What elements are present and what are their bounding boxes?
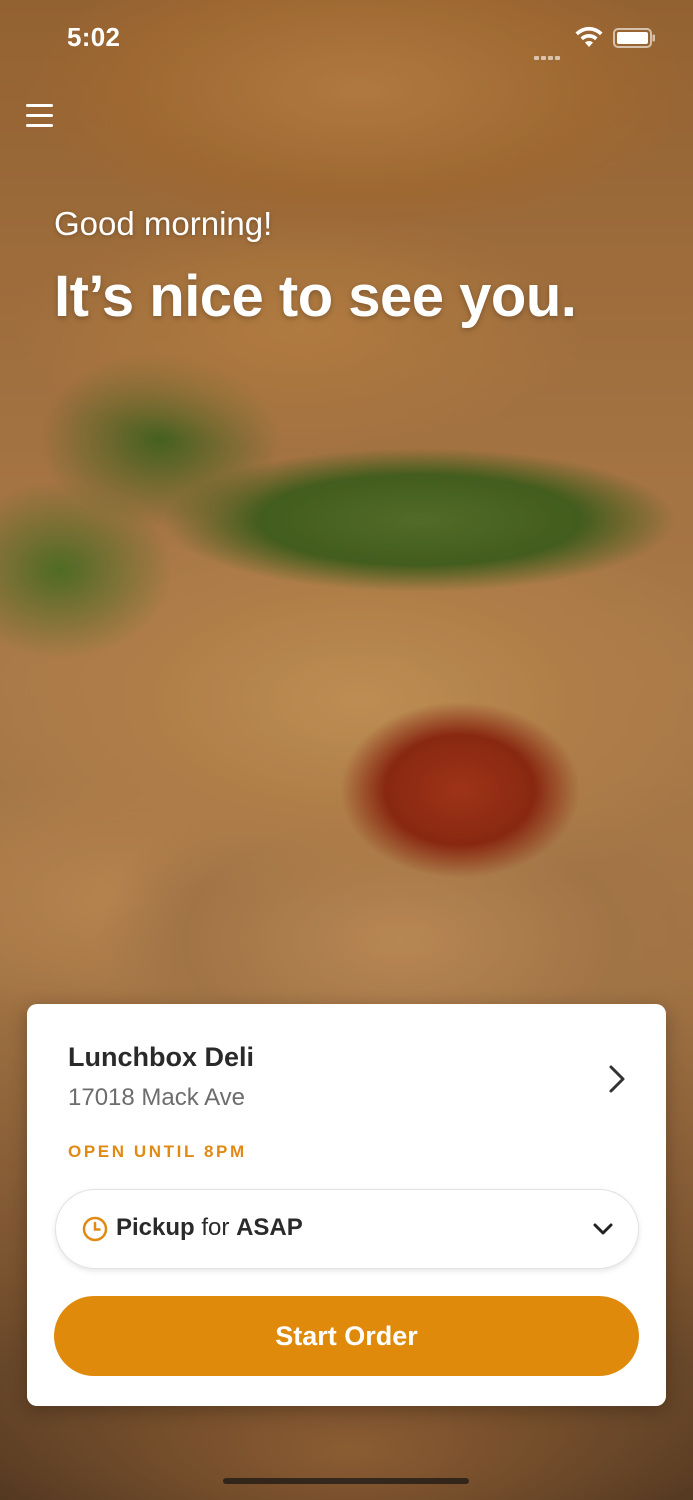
battery-icon xyxy=(613,28,655,48)
order-connector: for xyxy=(201,1214,230,1241)
order-time: ASAP xyxy=(236,1214,303,1241)
greeting-text: Good morning! xyxy=(54,205,273,242)
chevron-down-icon xyxy=(593,1223,613,1235)
clock-icon xyxy=(82,1216,108,1242)
status-time: 5:02 xyxy=(67,22,121,52)
wifi-icon xyxy=(575,26,603,47)
start-order-button[interactable]: Start Order xyxy=(54,1296,639,1376)
home-indicator xyxy=(223,1478,469,1484)
store-address: 17018 Mack Ave xyxy=(68,1084,246,1111)
store-order-card: Lunchbox Deli 17018 Mack Ave OPEN UNTIL … xyxy=(27,1004,666,1406)
headline-text: It’s nice to see you. xyxy=(54,264,577,329)
chevron-right-icon xyxy=(609,1065,625,1093)
signal-icon xyxy=(534,42,566,60)
order-mode: Pickup xyxy=(116,1214,195,1241)
pickup-summary: Pickup for ASAP xyxy=(116,1214,303,1242)
status-bar: 5:02 xyxy=(0,0,693,80)
store-name: Lunchbox Deli xyxy=(68,1042,255,1072)
hamburger-menu-icon[interactable] xyxy=(24,104,58,134)
pickup-time-selector[interactable]: Pickup for ASAP xyxy=(55,1189,639,1269)
store-hours-status: OPEN UNTIL 8PM xyxy=(68,1142,247,1161)
store-selector[interactable]: Lunchbox Deli 17018 Mack Ave xyxy=(68,1042,638,1122)
